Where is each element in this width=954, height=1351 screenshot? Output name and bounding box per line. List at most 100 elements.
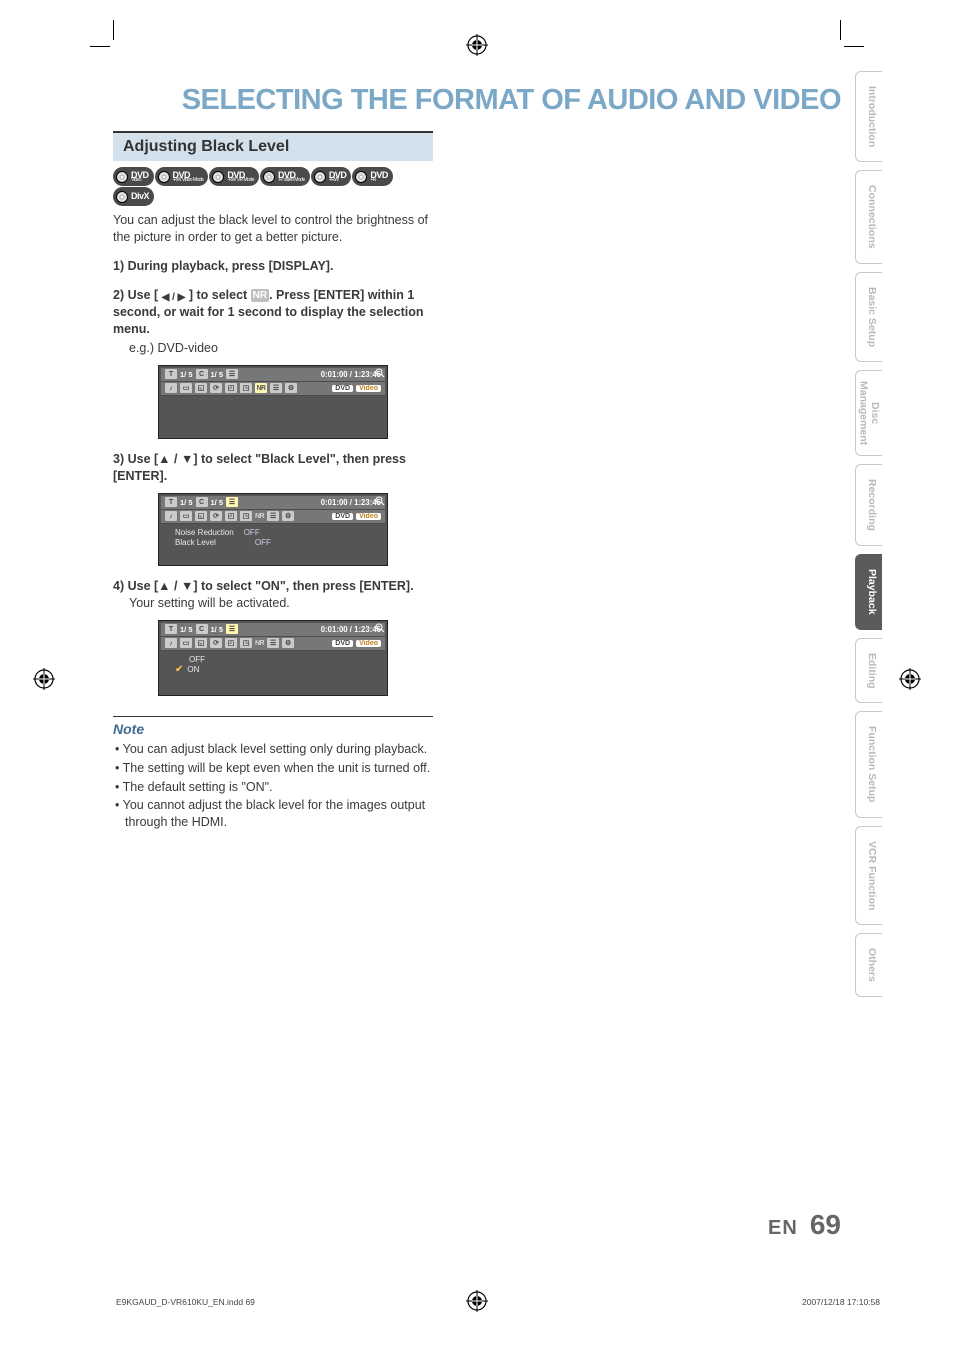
media-badge: DVD+RW: [311, 167, 352, 186]
check-icon: ✔: [175, 664, 183, 675]
loupe-icon: [375, 496, 385, 506]
title-count: 1/ 5: [180, 370, 193, 379]
osd-small-icon: ☰: [270, 383, 282, 393]
step-3: 3) Use [▲ / ▼] to select "Black Level", …: [113, 451, 433, 485]
tab-playback[interactable]: Playback: [855, 554, 882, 630]
print-timestamp: 2007/12/18 17:10:58: [802, 1297, 880, 1307]
page-content: SELECTING THE FORMAT OF AUDIO AND VIDEO …: [113, 60, 841, 1265]
osd-screenshot-1: T 1/ 5 C 1/ 5 ☰ 0:01:00 / 1:23:45 ♪ ▭ ◱ …: [158, 365, 388, 439]
section-header: Adjusting Black Level: [113, 131, 433, 161]
note-title: Note: [113, 721, 433, 737]
intro-text: You can adjust the black level to contro…: [113, 212, 433, 246]
osd-small-icon: ☰: [267, 638, 279, 648]
video-logo: Video: [356, 385, 381, 392]
disc-icon: [158, 171, 170, 183]
badge-label: DVDVideo: [131, 171, 149, 183]
media-badge: DVD+R: [352, 167, 393, 186]
osd-small-icon: ☰: [267, 511, 279, 521]
badge-label: DVD-R Video Mode: [278, 171, 305, 183]
registration-mark-icon: [899, 668, 921, 690]
osd-small-icon: ⟳: [210, 638, 222, 648]
media-badge: DVD-RW Video Mode: [155, 167, 209, 186]
registration-mark-icon: [33, 668, 55, 690]
black-level-label: Black Level: [175, 538, 216, 549]
list-icon: ☰: [226, 369, 238, 379]
step-1: 1) During playback, press [DISPLAY].: [113, 258, 433, 275]
step4-sub: Your setting will be activated.: [113, 595, 433, 612]
osd-small-icon: ◱: [195, 383, 207, 393]
title-count: 1/ 5: [180, 625, 193, 634]
step4-text: 4) Use [▲ / ▼] to select "ON", then pres…: [113, 579, 414, 593]
disc-icon: [263, 171, 275, 183]
note-item: The setting will be kept even when the u…: [115, 760, 433, 777]
chapter-icon: C: [196, 369, 208, 379]
osd-small-icon: ▭: [180, 638, 192, 648]
disc-icon: [355, 171, 367, 183]
elapsed-time: 0:01:00 / 1:23:45: [321, 625, 381, 634]
osd-small-icon: ♪: [165, 638, 177, 648]
disc-icon: [314, 171, 326, 183]
tab-basic-setup[interactable]: Basic Setup: [855, 272, 882, 362]
black-level-value: OFF: [255, 538, 271, 549]
media-badge: DivX: [113, 187, 154, 206]
nr-icon: NR: [255, 640, 264, 647]
osd-small-icon: ⟳: [210, 511, 222, 521]
chapter-icon: C: [196, 497, 208, 507]
media-badge: DVDVideo: [113, 167, 154, 186]
step-4: 4) Use [▲ / ▼] to select "ON", then pres…: [113, 578, 433, 612]
dvd-logo: DVD: [332, 385, 353, 392]
osd-small-icon: ⚙: [282, 638, 294, 648]
content-column: Adjusting Black Level DVDVideoDVD-RW Vid…: [113, 131, 433, 831]
osd-small-icon: ◰: [225, 511, 237, 521]
page-footer: EN 69: [768, 1209, 841, 1241]
chapter-icon: C: [196, 624, 208, 634]
tab-others[interactable]: Others: [855, 933, 882, 997]
tab-introduction[interactable]: Introduction: [855, 71, 882, 162]
registration-mark-icon: [466, 34, 488, 56]
osd-small-icon: ◱: [195, 511, 207, 521]
step2-example: e.g.) DVD-video: [113, 340, 433, 357]
osd-small-icon: ◳: [240, 383, 252, 393]
loupe-icon: [375, 623, 385, 633]
page-title: SELECTING THE FORMAT OF AUDIO AND VIDEO: [113, 84, 841, 117]
chapter-count: 1/ 5: [211, 370, 224, 379]
note-list: You can adjust black level setting only …: [113, 741, 433, 831]
nr-icon: NR: [255, 513, 264, 520]
note-box: Note You can adjust black level setting …: [113, 716, 433, 831]
badge-label: DivX: [131, 192, 149, 201]
osd-small-icon: ♪: [165, 511, 177, 521]
osd-small-icon: ◳: [240, 638, 252, 648]
media-badge: DVD-RW VR Mode: [209, 167, 259, 186]
badge-label: DVD-RW Video Mode: [173, 171, 204, 183]
osd-small-icon: ▭: [180, 383, 192, 393]
badge-label: DVD-RW VR Mode: [227, 171, 254, 183]
osd-small-icon: ♪: [165, 383, 177, 393]
title-icon: T: [165, 497, 177, 507]
dvd-logo: DVD: [332, 640, 353, 647]
option-on: ON: [187, 665, 199, 674]
nr-icon: NR: [255, 383, 267, 393]
osd-small-icon: ⟳: [210, 383, 222, 393]
title-icon: T: [165, 369, 177, 379]
disc-icon: [212, 171, 224, 183]
osd-small-icon: ⚙: [285, 383, 297, 393]
arrow-left-right-icon: ◀ / ▶: [162, 292, 186, 303]
title-icon: T: [165, 624, 177, 634]
media-badge: DVD-R Video Mode: [260, 167, 310, 186]
tab-recording[interactable]: Recording: [855, 464, 882, 546]
tab-connections[interactable]: Connections: [855, 170, 882, 264]
step2-prefix: 2) Use [: [113, 288, 162, 302]
tab-disc-management[interactable]: DiscManagement: [855, 370, 882, 456]
step-2: 2) Use [ ◀ / ▶ ] to select NR. Press [EN…: [113, 287, 433, 357]
disc-icon: [116, 191, 128, 203]
tab-vcr-function[interactable]: VCR Function: [855, 826, 882, 925]
print-filename: E9KGAUD_D-VR610KU_EN.indd 69: [116, 1297, 255, 1307]
osd-small-icon: ▭: [180, 511, 192, 521]
print-footer: E9KGAUD_D-VR610KU_EN.indd 69 2007/12/18 …: [116, 1297, 880, 1307]
tab-editing[interactable]: Editing: [855, 638, 882, 704]
language-code: EN: [768, 1217, 798, 1240]
osd-small-icon: ◱: [195, 638, 207, 648]
tab-function-setup[interactable]: Function Setup: [855, 711, 882, 817]
list-icon: ☰: [226, 497, 238, 507]
osd-screenshot-2: T 1/ 5 C 1/ 5 ☰ 0:01:00 / 1:23:45 ♪ ▭ ◱ …: [158, 493, 388, 567]
